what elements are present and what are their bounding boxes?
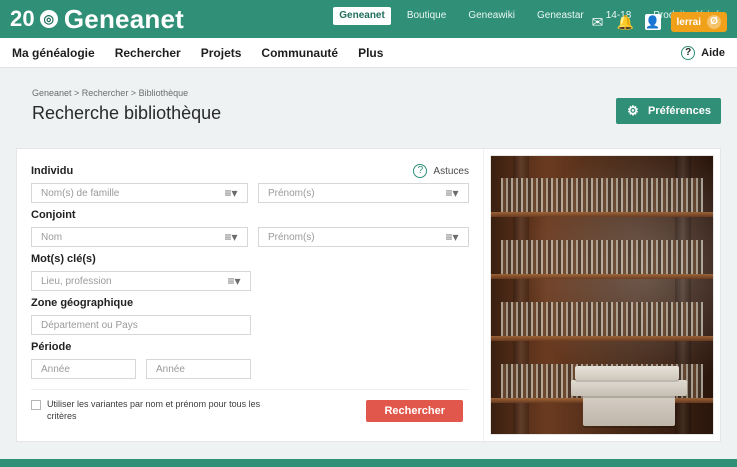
user-icon[interactable]: 👤 [644,14,661,30]
conjoint-prenom-input[interactable] [265,230,438,244]
mail-icon[interactable]: ✉ [589,13,607,31]
nav-rechercher[interactable]: Rechercher [115,46,181,60]
gear-icon: ⚙ [627,103,639,118]
nav-communaute[interactable]: Communauté [261,46,338,60]
menu-icon[interactable]: ≡▾ [442,230,462,244]
secondary-nav: Ma généalogie Rechercher Projets Communa… [0,38,737,68]
shelf [491,274,713,279]
individu-prenom-input[interactable] [265,186,438,200]
nav-ma-genealogie[interactable]: Ma généalogie [12,46,95,60]
help-icon: ? [413,164,428,178]
user-name: lerrai [676,16,701,28]
menu-icon[interactable]: ≡▾ [221,230,241,244]
help-link[interactable]: ? Aide [681,45,725,60]
book-stack [571,366,687,426]
periode-label: Période [31,341,72,353]
astuces-link[interactable]: ? Astuces [413,164,469,178]
annee-fin-field[interactable] [146,359,251,379]
individu-nom-input[interactable] [39,186,217,200]
individu-header: Individu ? Astuces [31,159,469,183]
individu-label: Individu [31,165,74,177]
library-image [490,155,714,435]
form-footer: Utiliser les variantes par nom et prénom… [31,398,469,422]
annee-fin-input[interactable] [154,362,243,376]
top-link-geneawiki[interactable]: Geneawiki [462,7,521,25]
help-icon: ? [681,45,696,60]
mots-cles-input[interactable] [39,274,220,288]
menu-icon[interactable]: ≡▾ [221,186,241,200]
top-link-geneanet[interactable]: Geneanet [333,7,391,25]
user-badge: Ø [707,15,721,29]
variants-label: Utiliser les variantes par nom et prénom… [47,399,261,421]
brand-seal-icon: ◎ [39,10,58,28]
menu-icon[interactable]: ≡▾ [442,186,462,200]
search-card: Individu ? Astuces ≡▾ ≡▾ Conjoint [16,148,721,442]
search-form: Individu ? Astuces ≡▾ ≡▾ Conjoint [17,149,484,441]
conjoint-nom-field[interactable]: ≡▾ [31,227,248,247]
nav-projets[interactable]: Projets [201,46,242,60]
menu-icon[interactable]: ≡▾ [224,274,244,288]
variants-checkbox[interactable] [31,400,41,410]
top-bar: Geneanet Boutique Geneawiki Geneastar 14… [0,0,737,38]
brand-name: Geneanet [63,4,184,34]
mots-cles-field[interactable]: ≡▾ [31,271,251,291]
books-row [501,302,703,336]
shelf [491,212,713,217]
breadcrumb: Geneanet > Rechercher > Bibliothèque [32,88,189,98]
nav-plus[interactable]: Plus [358,46,383,60]
books-row [501,240,703,274]
page-header: Geneanet > Rechercher > Bibliothèque Rec… [10,88,727,148]
conjoint-inputs: ≡▾ ≡▾ [31,227,469,247]
mots-cles-label: Mot(s) clé(s) [31,253,96,265]
individu-inputs: ≡▾ ≡▾ [31,183,469,203]
help-label: Aide [701,46,725,59]
library-image-col [484,149,720,441]
individu-nom-field[interactable]: ≡▾ [31,183,248,203]
books-row [501,178,703,212]
individu-prenom-field[interactable]: ≡▾ [257,183,469,203]
form-divider [31,389,469,390]
zone-label: Zone géographique [31,297,134,309]
conjoint-nom-input[interactable] [39,230,217,244]
annee-debut-field[interactable] [31,359,136,379]
conjoint-label: Conjoint [31,209,76,221]
bell-icon[interactable]: 🔔 [617,13,635,31]
conjoint-prenom-field[interactable]: ≡▾ [257,227,469,247]
zone-field[interactable] [31,315,251,335]
variants-option[interactable]: Utiliser les variantes par nom et prénom… [31,398,281,422]
zone-input[interactable] [39,318,243,332]
periode-inputs [31,359,469,379]
page: Geneanet > Rechercher > Bibliothèque Rec… [0,68,737,442]
brand-prefix: 20 [10,6,35,31]
search-button[interactable]: Rechercher [366,400,463,422]
shelf [491,336,713,341]
brand[interactable]: 20 ◎ Geneanet [10,6,184,32]
top-right: ✉ 🔔 👤 lerrai Ø [589,12,727,32]
top-link-geneastar[interactable]: Geneastar [531,7,590,25]
user-pill[interactable]: lerrai Ø [670,12,727,32]
preferences-button[interactable]: ⚙ Préférences [616,98,721,124]
top-link-boutique[interactable]: Boutique [401,7,452,25]
preferences-label: Préférences [648,105,711,117]
annee-debut-input[interactable] [39,362,128,376]
footer-strip [0,459,737,467]
astuces-label: Astuces [433,165,469,177]
